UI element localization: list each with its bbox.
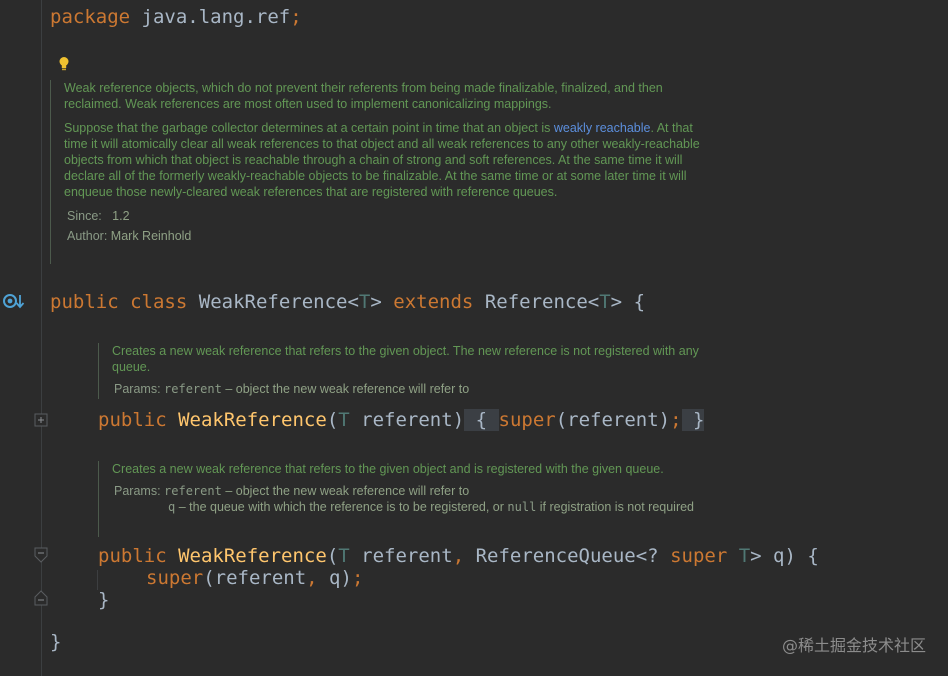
ctor2-javadoc: Creates a new weak reference that refers… <box>98 461 732 537</box>
super-bound-keyword: super <box>670 545 728 567</box>
ctor1-javadoc: Creates a new weak reference that refers… <box>98 343 717 399</box>
gutter-divider <box>41 0 42 676</box>
open-paren: ( <box>326 545 339 567</box>
fold-expand-icon[interactable] <box>34 413 48 427</box>
param-type-T: T <box>338 409 350 431</box>
param-type-T: T <box>338 545 350 567</box>
public-keyword: public <box>98 545 167 567</box>
lt-symbol-2: < <box>587 291 600 313</box>
folded-close[interactable]: } <box>681 409 705 431</box>
bound-type-T: T <box>738 545 751 567</box>
semicolon: ; <box>670 409 682 431</box>
author-value: Mark Reinhold <box>110 229 192 243</box>
super-args-open: (referent <box>203 567 307 589</box>
ctor1-line[interactable]: public WeakReference(T referent) { super… <box>98 408 705 432</box>
class-doc-para2-text: Suppose that the garbage collector deter… <box>64 121 554 135</box>
class-keyword: class <box>130 291 188 313</box>
signature-rest: > q) { <box>750 545 819 567</box>
ctor2-body-line[interactable]: super(referent, q); <box>146 566 363 590</box>
superclass-name: Reference <box>484 291 588 313</box>
package-name: java.lang.ref <box>141 6 291 28</box>
package-semicolon: ; <box>290 6 302 28</box>
params-label: Params: <box>114 382 161 396</box>
close-paren: ) <box>452 409 465 431</box>
since-row: Since: 1.2 <box>64 208 714 224</box>
class-javadoc: Weak reference objects, which do not pre… <box>50 80 714 264</box>
super-args: (referent) <box>555 409 671 431</box>
since-value: 1.2 <box>112 209 130 223</box>
param-desc-q: – the queue with which the reference is … <box>178 500 508 514</box>
class-close-line[interactable]: } <box>50 630 61 654</box>
param-name-referent: referent <box>164 382 222 396</box>
class-name: WeakReference <box>198 291 348 313</box>
type-param: T <box>358 291 371 313</box>
class-doc-para2: Suppose that the garbage collector deter… <box>64 120 714 200</box>
super-keyword: super <box>498 409 556 431</box>
indent-guide <box>97 570 98 590</box>
param-desc-referent: – object the new weak reference will ref… <box>225 484 470 498</box>
ctor2-doc-text: Creates a new weak reference that refers… <box>112 462 664 476</box>
since-label: Since: <box>67 209 102 223</box>
param-referent: referent <box>361 409 453 431</box>
weakly-reachable-link[interactable]: weakly reachable <box>554 121 651 135</box>
author-row: Author: Mark Reinhold <box>64 228 714 244</box>
public-keyword: public <box>50 291 119 313</box>
folded-open-brace: { <box>475 409 488 431</box>
public-keyword: public <box>98 409 167 431</box>
fold-collapse-start-icon[interactable] <box>34 547 48 563</box>
class-close-brace: } <box>50 631 62 653</box>
comma: , <box>452 545 465 567</box>
ctor1-params-row: Params: referent – object the new weak r… <box>112 381 717 397</box>
class-doc-para1: Weak reference objects, which do not pre… <box>64 81 663 111</box>
ctor2-params-block: Params: referent – object the new weak r… <box>112 483 732 515</box>
ctor2-close-brace: } <box>98 589 110 611</box>
implemented-method-gutter-icon[interactable] <box>3 292 25 312</box>
param-name-referent: referent <box>164 484 222 498</box>
reference-queue-type: ReferenceQueue<? <box>475 545 671 567</box>
lightbulb-icon[interactable] <box>58 56 70 72</box>
param-desc-referent: – object the new weak reference will ref… <box>225 382 470 396</box>
package-line[interactable]: package java.lang.ref; <box>50 5 302 29</box>
watermark-text: @稀土掘金技术社区 <box>781 636 926 655</box>
lt-symbol: < <box>347 291 359 313</box>
folded-close-brace: } <box>693 409 705 431</box>
super-keyword: super <box>146 567 204 589</box>
ctor-name: WeakReference <box>178 545 327 567</box>
params-label: Params: <box>114 484 161 498</box>
package-keyword: package <box>50 6 131 28</box>
param-desc-q-rest: if registration is not required <box>536 500 695 514</box>
ctor-name: WeakReference <box>178 409 327 431</box>
null-literal: null <box>507 500 537 514</box>
open-paren: ( <box>326 409 339 431</box>
ctor1-doc-text: Creates a new weak reference that refers… <box>112 344 699 374</box>
param-name-q: q <box>168 500 176 514</box>
code-editor[interactable]: package java.lang.ref; Weak reference ob… <box>0 0 948 676</box>
gt-symbol: > <box>370 291 382 313</box>
class-declaration-line[interactable]: public class WeakReference<T> extends Re… <box>50 290 645 314</box>
folded-body[interactable]: { <box>464 409 499 431</box>
type-param-2: T <box>599 291 611 313</box>
class-open-brace: { <box>633 291 646 313</box>
gt-symbol-2: > <box>610 291 623 313</box>
author-label: Author: <box>67 229 108 243</box>
param-referent: referent <box>361 545 453 567</box>
super-args-comma: , <box>306 567 318 589</box>
ctor2-signature-line[interactable]: public WeakReference(T referent, Referen… <box>98 544 819 568</box>
param-q-row: q – the queue with which the reference i… <box>114 499 708 515</box>
extends-keyword: extends <box>393 291 474 313</box>
ctor2-close-line[interactable]: } <box>98 588 109 612</box>
super-args-close: q) <box>317 567 352 589</box>
fold-collapse-end-icon[interactable] <box>34 590 48 606</box>
semicolon: ; <box>351 567 364 589</box>
